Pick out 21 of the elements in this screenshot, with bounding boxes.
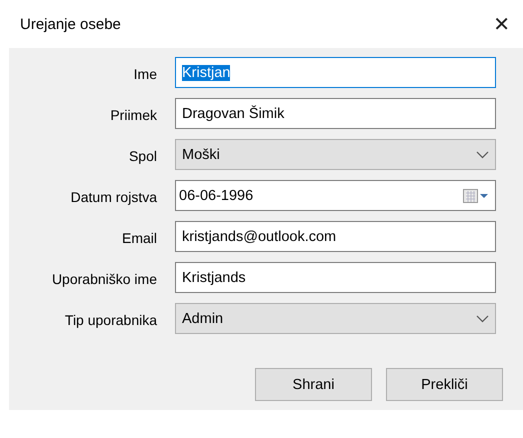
cancel-button[interactable]: Prekliči (386, 368, 503, 401)
field-label: Uporabniško ime (52, 270, 157, 286)
field-label: Tip uporabnika (64, 310, 157, 328)
text-field[interactable]: kristjands@outlook.com (175, 221, 496, 252)
field-label: Ime (134, 64, 157, 82)
dropdown-field[interactable]: Moški (175, 139, 496, 170)
field-label: Datum rojstva (70, 188, 157, 204)
field-label: Priimek (110, 106, 157, 122)
close-button[interactable]: ✕ (489, 14, 514, 34)
field-label: Email (122, 228, 157, 246)
chevron-down-icon[interactable] (476, 150, 489, 158)
text-field[interactable]: Kristjands (175, 262, 496, 293)
text-field[interactable]: Kristjan (175, 57, 496, 88)
chevron-down-icon[interactable] (476, 314, 489, 322)
calendar-dropdown-icon[interactable] (462, 188, 489, 204)
save-button[interactable]: Shrani (255, 368, 372, 401)
window-title: Urejanje osebe (20, 16, 121, 32)
field-label: Spol (128, 146, 157, 164)
date-field[interactable]: 06-06-1996 (175, 180, 496, 211)
text-field[interactable]: Dragovan Šimik (175, 98, 496, 129)
dropdown-field[interactable]: Admin (175, 303, 496, 334)
